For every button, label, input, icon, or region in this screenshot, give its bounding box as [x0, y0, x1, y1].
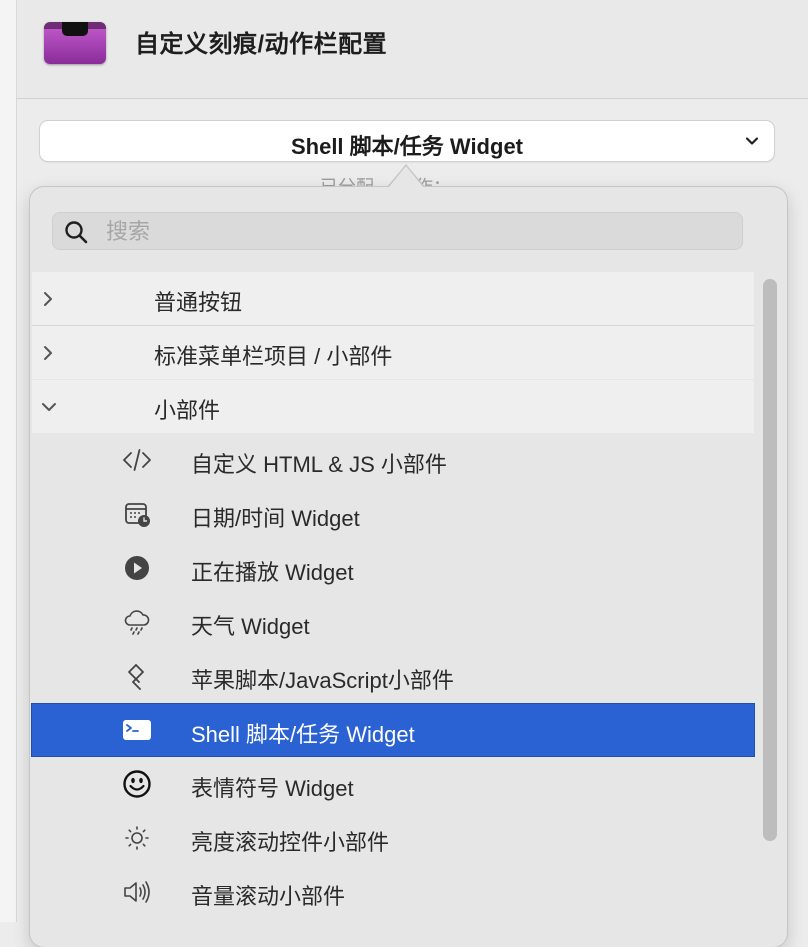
cloud-rain-icon — [124, 610, 150, 635]
menu-item-label: 日期/时间 Widget — [191, 506, 360, 531]
group-normal-buttons[interactable]: 普通按钮 — [32, 272, 754, 326]
chevron-right-icon — [44, 292, 52, 306]
menu-item-label: 天气 Widget — [191, 614, 310, 639]
menu-item-label: 正在播放 Widget — [191, 560, 354, 585]
chevron-down-icon — [745, 137, 759, 145]
action-type-popup[interactable]: Shell 脚本/任务 Widget — [40, 121, 774, 161]
menu-item-label: 亮度滚动控件小部件 — [191, 830, 390, 855]
menu-item-brightness-widget[interactable]: 亮度滚动控件小部件 — [32, 812, 754, 864]
smiley-icon — [123, 770, 151, 798]
group-label: 标准菜单栏项目 / 小部件 — [154, 344, 393, 369]
menu-item-volume-widget[interactable]: 音量滚动小部件 — [32, 866, 754, 918]
play-circle-icon — [125, 556, 149, 580]
menu-item-html-js-widget[interactable]: 自定义 HTML & JS 小部件 — [32, 434, 754, 486]
menu-item-emoji-widget[interactable]: 表情符号 Widget — [32, 758, 754, 810]
chevron-down-icon — [42, 403, 56, 411]
menu-pointer — [388, 166, 424, 188]
menu-item-label: 表情符号 Widget — [191, 776, 354, 801]
script-icon — [128, 664, 144, 690]
menu-item-label: 自定义 HTML & JS 小部件 — [191, 452, 447, 477]
terminal-icon — [123, 720, 151, 740]
menu-scrollbar[interactable] — [763, 279, 777, 841]
search-box[interactable] — [52, 212, 743, 250]
chevron-right-icon — [44, 346, 52, 360]
group-widgets[interactable]: 小部件 — [32, 380, 754, 433]
menu-item-label: 音量滚动小部件 — [191, 884, 346, 909]
calendar-clock-icon — [125, 503, 150, 527]
code-icon — [123, 449, 151, 471]
search-icon — [65, 221, 88, 244]
speaker-icon — [124, 881, 150, 903]
page-title: 自定义刻痕/动作栏配置 — [135, 31, 388, 58]
menu-item-label: Shell 脚本/任务 Widget — [191, 722, 415, 747]
popup-selected-label: Shell 脚本/任务 Widget — [290, 134, 524, 159]
menu-item-applescript-widget[interactable]: 苹果脚本/JavaScript小部件 — [32, 650, 754, 702]
menu-item-shell-script-widget[interactable]: Shell 脚本/任务 Widget — [32, 704, 754, 756]
scrollbar-thumb[interactable] — [763, 279, 777, 841]
header: 自定义刻痕/动作栏配置 — [17, 0, 808, 99]
menu-item-datetime-widget[interactable]: 日期/时间 Widget — [32, 488, 754, 540]
group-label: 小部件 — [154, 398, 221, 423]
search-input[interactable] — [104, 217, 728, 247]
menu-item-now-playing-widget[interactable]: 正在播放 Widget — [32, 542, 754, 594]
dropdown-menu: 普通按钮 标准菜单栏项目 / 小部件 小部件 自定义 HTML & JS 小部件… — [30, 187, 787, 947]
group-label: 普通按钮 — [154, 290, 243, 315]
group-standard-menubar[interactable]: 标准菜单栏项目 / 小部件 — [32, 326, 754, 379]
menu-item-label: 苹果脚本/JavaScript小部件 — [191, 668, 454, 693]
app-icon — [44, 22, 106, 64]
menu-item-weather-widget[interactable]: 天气 Widget — [32, 596, 754, 648]
brightness-icon — [125, 826, 149, 850]
left-edge — [0, 0, 17, 922]
